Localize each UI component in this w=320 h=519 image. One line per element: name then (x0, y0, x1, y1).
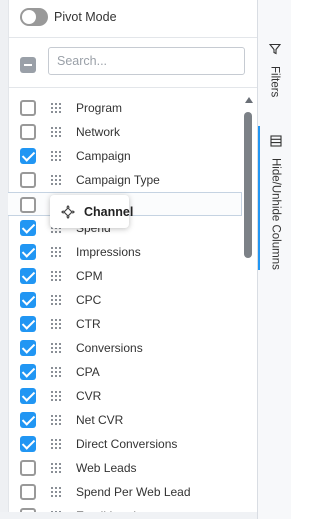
column-row[interactable]: Campaign Type (8, 168, 242, 192)
column-label: CPA (76, 365, 100, 379)
column-checkbox[interactable] (20, 436, 36, 452)
drag-ghost-channel: Channel (50, 195, 133, 228)
column-label: Network (76, 125, 121, 139)
column-row[interactable]: CVR (8, 384, 242, 408)
tab-columns-label: Hide/Unhide Columns (269, 158, 282, 270)
column-row[interactable]: Network (8, 120, 242, 144)
column-checkbox[interactable] (20, 220, 36, 236)
column-label: Campaign Type (76, 173, 160, 187)
column-checkbox[interactable] (20, 172, 36, 188)
filter-icon (268, 42, 281, 60)
drag-handle-icon[interactable] (51, 127, 62, 137)
column-label: CVR (76, 389, 102, 403)
drag-handle-icon[interactable] (51, 151, 62, 161)
column-label: CTR (76, 317, 101, 331)
divider (8, 87, 257, 88)
column-label: Campaign (76, 149, 131, 163)
drag-handle-icon[interactable] (51, 295, 62, 305)
drag-handle-icon[interactable] (51, 367, 62, 377)
column-label: CPC (76, 293, 102, 307)
side-bar: Filters Hide/Unhide Columns (258, 0, 291, 519)
column-checkbox[interactable] (20, 484, 36, 500)
column-row[interactable]: Direct Conversions (8, 432, 242, 456)
column-checkbox[interactable] (20, 244, 36, 260)
column-label: Web Leads (76, 461, 137, 475)
column-row[interactable]: Campaign (8, 144, 242, 168)
scrollbar-thumb[interactable] (244, 112, 252, 258)
column-row[interactable]: Spend Per Web Lead (8, 480, 242, 504)
column-checkbox[interactable] (20, 268, 36, 284)
column-row[interactable]: CPC (8, 288, 242, 312)
panel-bottom-edge (0, 512, 257, 519)
divider (8, 37, 257, 38)
column-checkbox[interactable] (20, 292, 36, 308)
drag-handle-icon[interactable] (51, 487, 62, 497)
scroll-up-arrow-icon[interactable] (245, 97, 253, 103)
column-row[interactable]: CTR (8, 312, 242, 336)
drag-handle-icon[interactable] (51, 439, 62, 449)
column-checkbox[interactable] (20, 100, 36, 116)
column-checkbox[interactable] (20, 388, 36, 404)
column-checkbox[interactable] (20, 412, 36, 428)
column-checkbox[interactable] (20, 340, 36, 356)
tab-hide-unhide-columns[interactable]: Hide/Unhide Columns (258, 126, 291, 270)
column-row[interactable]: Program (8, 96, 242, 120)
column-label: Direct Conversions (76, 437, 178, 451)
move-icon (60, 204, 76, 220)
drag-handle-icon[interactable] (51, 175, 62, 185)
toggle-knob (22, 10, 36, 24)
drag-handle-icon[interactable] (51, 103, 62, 113)
column-tool-panel: Pivot Mode Program Network Campaign Campaig… (0, 0, 258, 519)
column-checkbox[interactable] (20, 316, 36, 332)
column-checkbox[interactable] (20, 124, 36, 140)
column-checkbox[interactable] (20, 148, 36, 164)
column-row[interactable]: Conversions (8, 336, 242, 360)
tab-filters[interactable]: Filters (258, 42, 291, 97)
pivot-mode-toggle[interactable] (20, 8, 48, 26)
drag-handle-icon[interactable] (51, 391, 62, 401)
drag-handle-icon[interactable] (51, 319, 62, 329)
column-label: Spend Per Web Lead (76, 485, 191, 499)
select-all-checkbox[interactable] (20, 57, 36, 73)
drag-handle-icon[interactable] (51, 343, 62, 353)
drag-ghost-label: Channel (84, 204, 134, 219)
pivot-mode-row[interactable]: Pivot Mode (20, 7, 117, 27)
column-checkbox[interactable] (20, 460, 36, 476)
column-row[interactable]: Impressions (8, 240, 242, 264)
tab-filters-label: Filters (268, 66, 281, 98)
drag-handle-icon[interactable] (51, 415, 62, 425)
column-label: CPM (76, 269, 103, 283)
column-search-input[interactable] (48, 47, 245, 75)
column-checkbox[interactable] (20, 197, 36, 213)
drag-handle-icon[interactable] (51, 463, 62, 473)
column-label: Impressions (76, 245, 141, 259)
column-row[interactable]: CPA (8, 360, 242, 384)
drag-handle-icon[interactable] (51, 271, 62, 281)
column-label: Net CVR (76, 413, 124, 427)
pivot-mode-label: Pivot Mode (54, 10, 117, 24)
column-row[interactable]: Net CVR (8, 408, 242, 432)
column-row[interactable]: Web Leads (8, 456, 242, 480)
column-label: Conversions (76, 341, 143, 355)
drag-handle-icon[interactable] (51, 247, 62, 257)
column-row[interactable]: CPM (8, 264, 242, 288)
column-checkbox[interactable] (20, 364, 36, 380)
columns-icon (269, 134, 282, 152)
column-label: Program (76, 101, 123, 115)
